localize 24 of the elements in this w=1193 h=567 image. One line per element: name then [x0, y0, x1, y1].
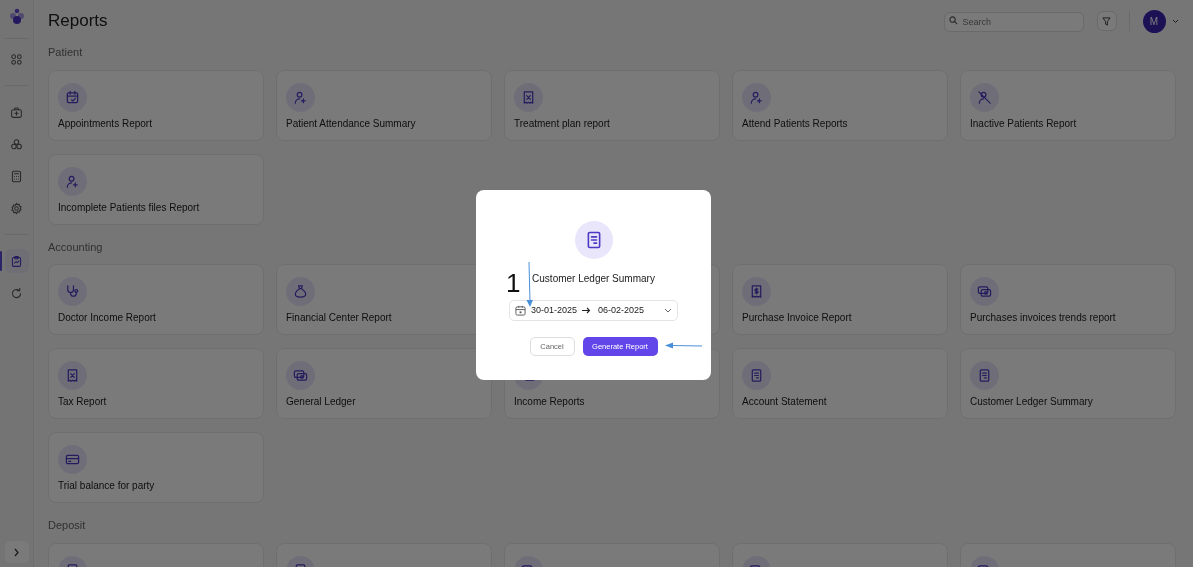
modal-title: Customer Ledger Summary [532, 272, 655, 286]
report-label: Incomplete Patients files Report [58, 200, 200, 215]
report-label: Inactive Patients Report [970, 116, 1077, 131]
report-label: Income Reports [514, 395, 585, 409]
section-title: Accounting [48, 239, 103, 255]
report-label: Account Statement [742, 395, 827, 409]
report-label: General Ledger [286, 395, 356, 409]
report-label: Attend Patients Reports [742, 116, 848, 131]
report-label: Doctor Income Report [58, 311, 156, 325]
report-label: Financial Center Report [286, 311, 392, 325]
end-date: 06-02-2025 [598, 303, 645, 317]
report-label: Purchases invoices trends report [970, 311, 1116, 325]
section-title: Patient [48, 45, 83, 60]
report-label: Trial balance for party [58, 479, 155, 493]
annotation-number: 1 [506, 270, 521, 296]
section-title: Deposit [48, 518, 86, 533]
report-label: Appointments Report [58, 116, 152, 131]
page-title: Reports [48, 10, 108, 33]
report-label: Purchase Invoice Report [742, 311, 852, 325]
report-label: Treatment plan report [514, 116, 610, 131]
report-label: Tax Report [58, 395, 107, 409]
report-label: Customer Ledger Summary [970, 395, 1093, 409]
report-label: Patient Attendance Summary [286, 116, 416, 131]
start-date: 30-01-2025 [531, 303, 578, 317]
